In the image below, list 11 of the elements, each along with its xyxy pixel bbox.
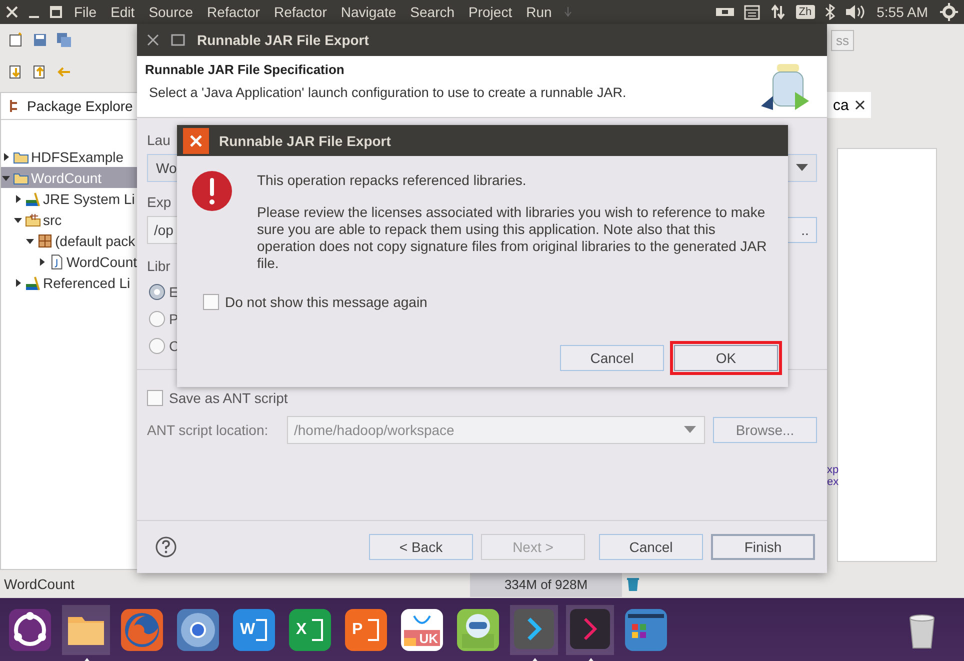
field-label: ANT script location:	[147, 422, 270, 438]
status-text: WordCount	[3, 576, 75, 592]
dialog-details: Please review the licenses associated with libraries you wish to reference to make sure you are able to repack them using this application. Note also that this operation does not copy signature files from original libraries to the generated JAR file.	[257, 204, 767, 272]
field-label: Lau	[147, 132, 170, 150]
field-label: Libr	[147, 258, 170, 276]
dialog-title: Runnable JAR File Export	[219, 132, 391, 148]
page-description: Select a 'Java Application' launch configuration to use to create a runnable JAR.	[148, 85, 628, 100]
field-label: Exp	[147, 194, 172, 212]
dialog-message: This operation repacks referenced libraries.	[257, 172, 528, 189]
page-heading: Runnable JAR File Specification	[145, 62, 346, 77]
window-title: Runnable JAR File Export	[197, 32, 369, 48]
